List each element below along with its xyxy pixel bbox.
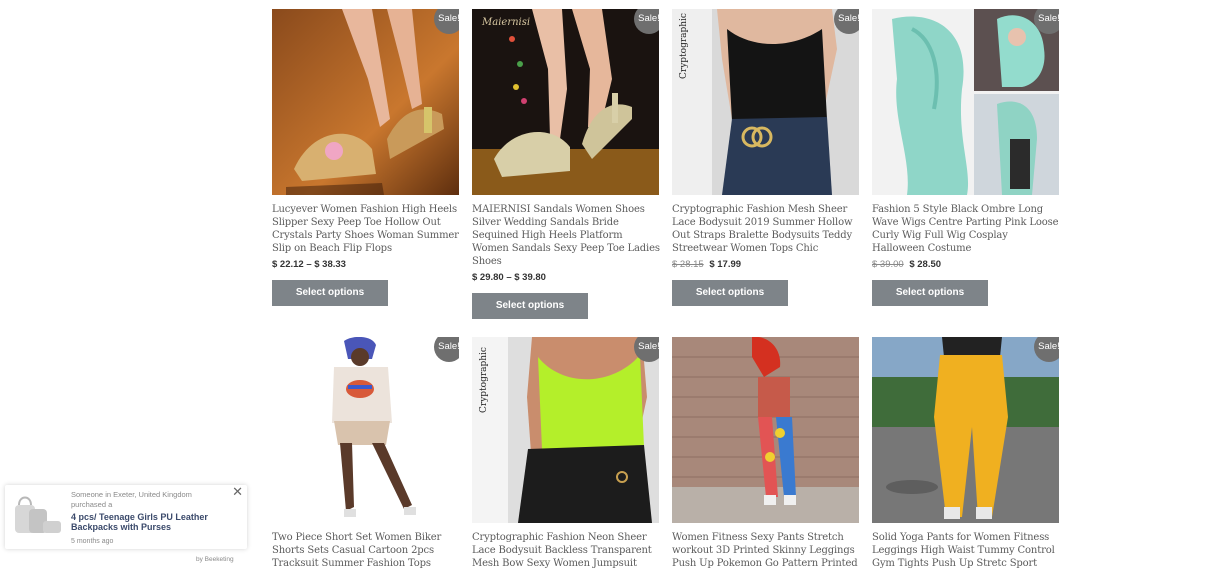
product-image[interactable]: Sale! [272,9,459,195]
price-value: $ 28.50 [909,259,942,270]
product-card[interactable]: Sale! Two Piece Short Set Women Biker Sh… [272,337,460,570]
close-icon[interactable]: ✕ [232,484,243,500]
product-card[interactable]: Cryptographic Sale! Cryptographic Fashio… [672,9,860,306]
product-title[interactable]: Women Fitness Sexy Pants Stretch workout… [672,531,860,570]
product-image[interactable]: Cryptographic Sale! [472,337,659,523]
product-title[interactable]: Fashion 5 Style Black Ombre Long Wave Wi… [872,203,1060,255]
select-options-button[interactable]: Select options [272,280,388,306]
product-image[interactable]: Sale! [872,337,1059,523]
product-card[interactable]: Sale! Solid Yoga Pants for Women Fitness… [872,337,1060,570]
product-card[interactable]: Sale! Fashion 5 Style Black Ombre Long W… [872,9,1060,306]
price-value: $ 22.12 – $ 38.33 [272,259,346,270]
product-image[interactable]: Cryptographic Sale! [672,9,859,195]
image-watermark: Cryptographic [479,347,489,413]
product-title[interactable]: Cryptographic Fashion Neon Sheer Lace Bo… [472,531,660,570]
select-options-button[interactable]: Select options [672,280,788,306]
select-options-button[interactable]: Select options [872,280,988,306]
notification-time: 5 months ago [71,538,114,545]
price-value: $ 29.80 – $ 39.80 [472,272,546,283]
notification-action: purchased a [71,500,113,509]
image-watermark: Cryptographic [679,13,689,79]
original-price: $ 39.00 [872,259,904,270]
original-price: $ 28.15 [672,259,704,270]
product-image[interactable] [672,337,859,523]
product-title[interactable]: Cryptographic Fashion Mesh Sheer Lace Bo… [672,203,860,255]
select-options-button[interactable]: Select options [472,293,588,319]
product-price: $ 28.15 $ 17.99 [672,259,860,270]
product-grid-page: Sale! Lucyever Women Fashion High Heels … [0,0,1216,570]
product-card[interactable]: Maiernisi Sale! MAIERNISI Sandals Women … [472,9,660,319]
notification-credit[interactable]: by Beeketing [196,556,234,563]
product-card[interactable]: Sale! Lucyever Women Fashion High Heels … [272,9,460,306]
product-image[interactable]: Sale! [872,9,1059,195]
product-image[interactable]: Sale! [272,337,459,523]
product-price: $ 29.80 – $ 39.80 [472,272,660,283]
product-title[interactable]: MAIERNISI Sandals Women Shoes Silver Wed… [472,203,660,268]
product-title[interactable]: Solid Yoga Pants for Women Fitness Leggi… [872,531,1060,570]
notification-location: Someone in Exeter, United Kingdom [71,490,192,499]
product-title[interactable]: Lucyever Women Fashion High Heels Slippe… [272,203,460,255]
product-card[interactable]: Women Fitness Sexy Pants Stretch workout… [672,337,860,570]
product-price: $ 39.00 $ 28.50 [872,259,1060,270]
notification-product-image[interactable] [9,491,67,541]
notification-product-link[interactable]: 4 pcs/ Teenage Girls PU Leather Backpack… [71,512,221,532]
product-image[interactable]: Maiernisi Sale! [472,9,659,195]
product-card[interactable]: Cryptographic Sale! Cryptographic Fashio… [472,337,660,570]
product-price: $ 22.12 – $ 38.33 [272,259,460,270]
price-value: $ 17.99 [709,259,742,270]
sales-notification[interactable]: Someone in Exeter, United Kingdom purcha… [5,484,247,549]
image-watermark: Maiernisi [481,17,530,28]
product-title[interactable]: Two Piece Short Set Women Biker Shorts S… [272,531,460,570]
